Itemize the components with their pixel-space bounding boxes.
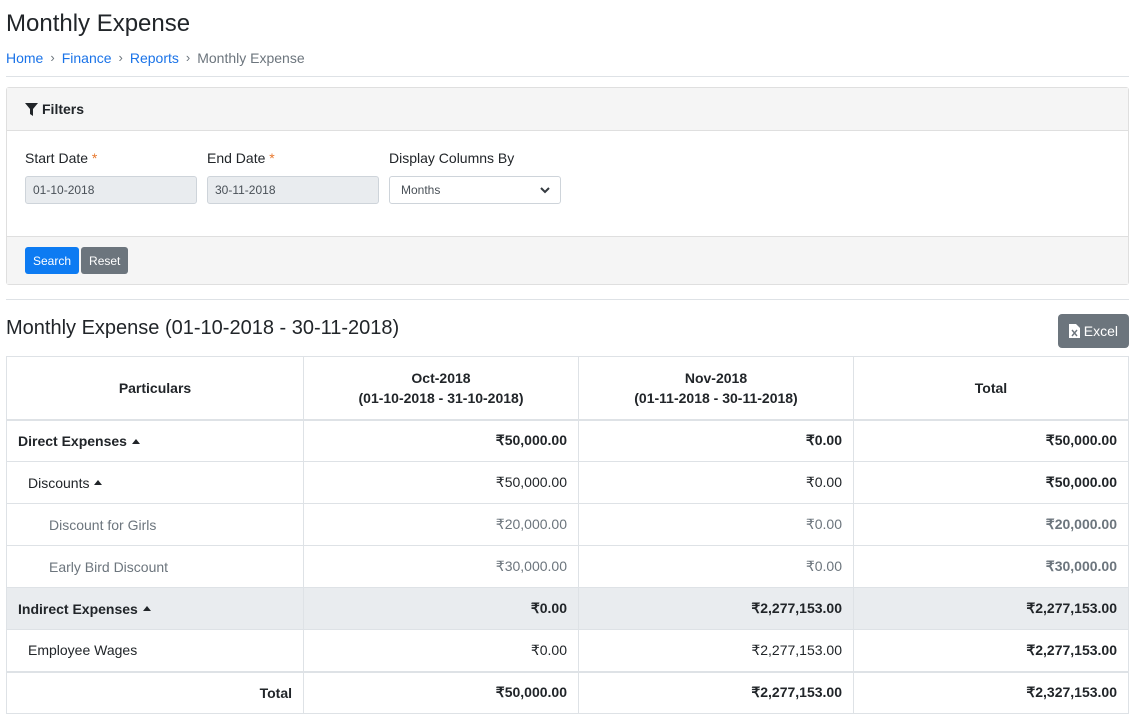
- display-columns-label: Display Columns By: [389, 150, 515, 166]
- page: Monthly Expense Home › Finance › Reports…: [0, 0, 1135, 714]
- display-columns-select[interactable]: Months: [389, 176, 561, 204]
- excel-label: Excel: [1083, 323, 1118, 339]
- filters-body: Start Date * 01-10-2018 End Date * 30-11…: [7, 131, 1128, 236]
- end-date-input[interactable]: 30-11-2018: [207, 176, 379, 204]
- filters-title: Filters: [42, 101, 85, 117]
- required-mark: *: [91, 150, 98, 166]
- required-mark: *: [269, 150, 275, 166]
- table-row-total: Total ₹50,000.00 ₹2,277,153.00 ₹2,327,15…: [6, 670, 1129, 714]
- column-header-oct: Oct-2018 (01-10-2018 - 31-10-2018): [303, 356, 579, 421]
- start-date-field: Start Date * 01-10-2018: [25, 150, 197, 236]
- table-header-row: Particulars Oct-2018 (01-10-2018 - 31-10-…: [6, 356, 1129, 421]
- breadcrumb-separator: ›: [185, 50, 191, 65]
- breadcrumb-home[interactable]: Home: [6, 49, 43, 67]
- breadcrumb-separator: ›: [50, 50, 55, 65]
- end-date-field: End Date * 30-11-2018: [207, 150, 379, 236]
- table-row-indirect-expenses[interactable]: Indirect Expenses ₹0.00 ₹2,277,153.00 ₹2…: [6, 587, 1129, 630]
- column-header-nov: Nov-2018 (01-11-2018 - 30-11-2018): [578, 356, 854, 421]
- end-date-label: End Date *: [207, 150, 275, 166]
- caret-up-icon[interactable]: [94, 480, 103, 486]
- column-header-particulars: Particulars: [6, 356, 304, 421]
- start-date-label: Start Date *: [25, 150, 98, 166]
- report-header: Monthly Expense (01-10-2018 - 30-11-2018…: [6, 300, 1129, 356]
- breadcrumb: Home › Finance › Reports › Monthly Expen…: [6, 49, 1129, 67]
- breadcrumb-separator: ›: [118, 50, 123, 65]
- filters-card: Filters Start Date * 01-10-2018 End Date…: [6, 87, 1129, 285]
- table-row-early-bird-discount: Early Bird Discount ₹30,000.00 ₹0.00 ₹30…: [6, 545, 1129, 588]
- chevron-down-icon: [540, 187, 550, 194]
- page-title: Monthly Expense: [6, 10, 191, 37]
- filters-footer: Search Reset: [7, 236, 1128, 284]
- filter-icon: [25, 102, 38, 116]
- column-header-total: Total: [853, 356, 1129, 421]
- filters-header: Filters: [7, 88, 1128, 131]
- breadcrumb-finance[interactable]: Finance: [62, 49, 112, 67]
- excel-file-icon: [1068, 324, 1080, 338]
- search-button[interactable]: Search: [25, 247, 80, 274]
- start-date-input[interactable]: 01-10-2018: [25, 176, 197, 204]
- caret-up-icon[interactable]: [131, 438, 140, 444]
- excel-export-button[interactable]: Excel: [1057, 314, 1129, 348]
- breadcrumb-reports[interactable]: Reports: [130, 49, 179, 67]
- divider: [6, 76, 1129, 77]
- table-row-employee-wages: Employee Wages ₹0.00 ₹2,277,153.00 ₹2,27…: [6, 629, 1129, 672]
- table-row-discounts[interactable]: Discounts ₹50,000.00 ₹0.00 ₹50,000.00: [6, 461, 1129, 504]
- report-title: Monthly Expense (01-10-2018 - 30-11-2018…: [6, 317, 400, 339]
- reset-button[interactable]: Reset: [81, 247, 129, 274]
- table-row-direct-expenses[interactable]: Direct Expenses ₹50,000.00 ₹0.00 ₹50,000…: [6, 419, 1129, 462]
- caret-up-icon[interactable]: [142, 606, 151, 612]
- table-row-discount-for-girls: Discount for Girls ₹20,000.00 ₹0.00 ₹20,…: [6, 503, 1129, 546]
- display-columns-value: Months: [401, 183, 441, 197]
- display-columns-field: Display Columns By Months: [389, 150, 561, 236]
- expense-table: Particulars Oct-2018 (01-10-2018 - 31-10-…: [6, 356, 1129, 714]
- breadcrumb-current: Monthly Expense: [197, 50, 305, 66]
